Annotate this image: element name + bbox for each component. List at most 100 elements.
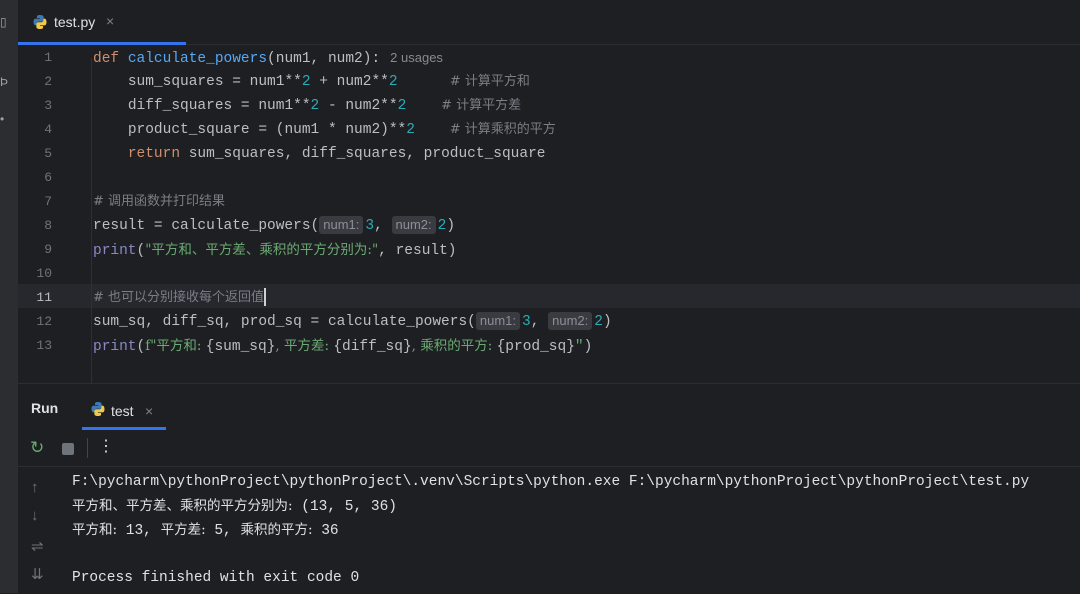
code-text: product_square = (num1 * num2)** [127, 122, 407, 138]
code-line-2[interactable]: sum_squares = num1**2 + num2**2 # 计算平方和 [93, 70, 530, 94]
usages-hint[interactable]: 2 usages [390, 50, 443, 65]
params: (num1, num2): [267, 51, 381, 67]
project-tool-icon[interactable]: ▯ [0, 16, 10, 28]
code-text: result = calculate_powers( [93, 218, 320, 234]
code-text: ( [136, 243, 146, 259]
run-header: Run test × [18, 384, 1080, 430]
function-name: calculate_powers [127, 51, 268, 67]
line-number: 9 [44, 242, 52, 257]
code-text: ) [602, 314, 612, 330]
code-line-8[interactable]: result = calculate_powers(num1: 3, num2: 2… [93, 214, 455, 238]
keyword: return [127, 146, 181, 162]
run-tool-window: Run test × ↻ ⋮ ↑ ↓ ⇌ ⇊ F:\pycharm\python… [18, 383, 1080, 594]
comment: # 计算平方和 [449, 74, 530, 89]
string: f"平方和: [145, 338, 206, 354]
code-text: ) [583, 339, 593, 355]
comment: # 也可以分别接收每个返回值 [93, 290, 265, 305]
code-line-1[interactable]: def calculate_powers(num1, num2): 2 usage… [93, 46, 443, 70]
line-number: 13 [36, 338, 52, 353]
python-file-icon [33, 15, 47, 29]
output-text: 平方差: [160, 522, 206, 538]
console-output-line-2: 平方和: 13, 平方差: 5, 乘积的平方: 36 [72, 518, 339, 542]
tab-test-py[interactable]: test.py × [18, 0, 186, 45]
line-number: 4 [44, 122, 52, 137]
line-number: 5 [44, 146, 52, 161]
code-line-11[interactable]: # 也可以分别接收每个返回值 [93, 286, 267, 310]
builtin: print [93, 243, 137, 259]
close-run-tab-icon[interactable]: × [145, 403, 153, 419]
code-line-12[interactable]: sum_sq, diff_sq, prod_sq = calculate_pow… [93, 310, 612, 334]
number: 2 [594, 314, 603, 330]
line-number-gutter: 1 2 3 4 5 6 7 8 9 10 11 12 13 [18, 44, 73, 383]
number: 2 [397, 98, 407, 114]
code-text: - num2** [319, 98, 398, 114]
keyword: def [93, 51, 120, 67]
code-line-3[interactable]: diff_squares = num1**2 - num2**2 # 计算平方差 [93, 94, 521, 118]
editor-tab-bar: test.py × [18, 0, 1080, 45]
output-text: 平方和: [72, 522, 118, 538]
run-tab-label: test [111, 403, 134, 419]
console-output-line-1: 平方和、平方差、乘积的平方分别为: (13, 5, 36) [72, 494, 397, 518]
output-value: 36 [312, 523, 339, 539]
text-caret [264, 288, 267, 307]
python-file-icon [91, 402, 105, 416]
fstring-expr: {sum_sq} [205, 339, 276, 355]
code-text: sum_squares = num1** [127, 74, 302, 90]
number: 3 [522, 314, 531, 330]
stop-icon[interactable] [62, 443, 74, 455]
param-hint: num2: [548, 312, 593, 330]
run-tab-test[interactable]: test × [82, 388, 166, 430]
output-value: 13, [117, 523, 161, 539]
line-number: 2 [44, 74, 52, 89]
code-text: + num2** [310, 74, 389, 90]
more-tools-icon[interactable]: • [0, 113, 10, 125]
toolbar-divider [87, 438, 88, 458]
line-number: 3 [44, 98, 52, 113]
run-toolbar: ↻ ⋮ [18, 430, 1080, 467]
console-side-toolbar: ↑ ↓ ⇌ ⇊ [18, 467, 60, 594]
code-text: , result) [378, 243, 457, 259]
output-text: 平方和、平方差、乘积的平方分别为: [72, 498, 293, 514]
console-exit-line: Process finished with exit code 0 [72, 570, 360, 586]
rerun-icon[interactable]: ↻ [30, 439, 44, 456]
indent-guide [91, 58, 92, 383]
line-number: 10 [36, 266, 52, 281]
run-title: Run [31, 400, 59, 416]
line-number: 6 [44, 170, 52, 185]
code-text: diff_squares = num1** [127, 98, 311, 114]
number: 2 [301, 74, 311, 90]
param-hint: num2: [391, 216, 436, 234]
python-tool-icon[interactable]: Ϸ [0, 76, 10, 88]
number: 2 [310, 98, 320, 114]
soft-wrap-icon[interactable]: ⇌ [31, 537, 44, 555]
code-text: sum_squares, diff_squares, product_squar… [180, 146, 546, 162]
editor: test.py × 1 2 3 4 5 6 7 8 9 10 11 12 13 … [18, 0, 1080, 383]
line-number-current: 11 [36, 290, 52, 305]
output-value: 5, [205, 523, 241, 539]
string: , 乘积的平方: [411, 338, 497, 354]
code-line-4[interactable]: product_square = (num1 * num2)**2 # 计算乘积… [93, 118, 556, 142]
code-text: sum_sq, diff_sq, prod_sq = calculate_pow… [93, 314, 476, 330]
code-text: , [374, 218, 392, 234]
code-line-13[interactable]: print(f"平方和: {sum_sq}, 平方差: {diff_sq}, 乘… [93, 334, 592, 358]
scroll-to-end-icon[interactable]: ⇊ [31, 565, 44, 583]
more-options-icon[interactable]: ⋮ [98, 438, 114, 456]
line-number: 1 [44, 50, 52, 65]
console-command-line: F:\pycharm\pythonProject\pythonProject\.… [72, 474, 1030, 490]
close-tab-icon[interactable]: × [106, 13, 114, 29]
output-value: (13, 5, 36) [292, 499, 397, 515]
code-text: ) [446, 218, 456, 234]
code-line-5[interactable]: return sum_squares, diff_squares, produc… [93, 142, 546, 166]
param-hint: num1: [319, 216, 364, 234]
code-line-9[interactable]: print("平方和、平方差、乘积的平方分别为:", result) [93, 238, 457, 262]
scroll-up-icon[interactable]: ↑ [31, 479, 39, 496]
line-number: 7 [44, 194, 52, 209]
fstring-expr: {prod_sq} [496, 339, 575, 355]
line-number: 12 [36, 314, 52, 329]
code-line-7[interactable]: # 调用函数并打印结果 [93, 190, 225, 214]
scroll-down-icon[interactable]: ↓ [31, 507, 39, 524]
code-text: , [530, 314, 549, 330]
line-number: 8 [44, 218, 52, 233]
string: "平方和、平方差、乘积的平方分别为:" [145, 242, 379, 258]
number: 2 [388, 74, 398, 90]
